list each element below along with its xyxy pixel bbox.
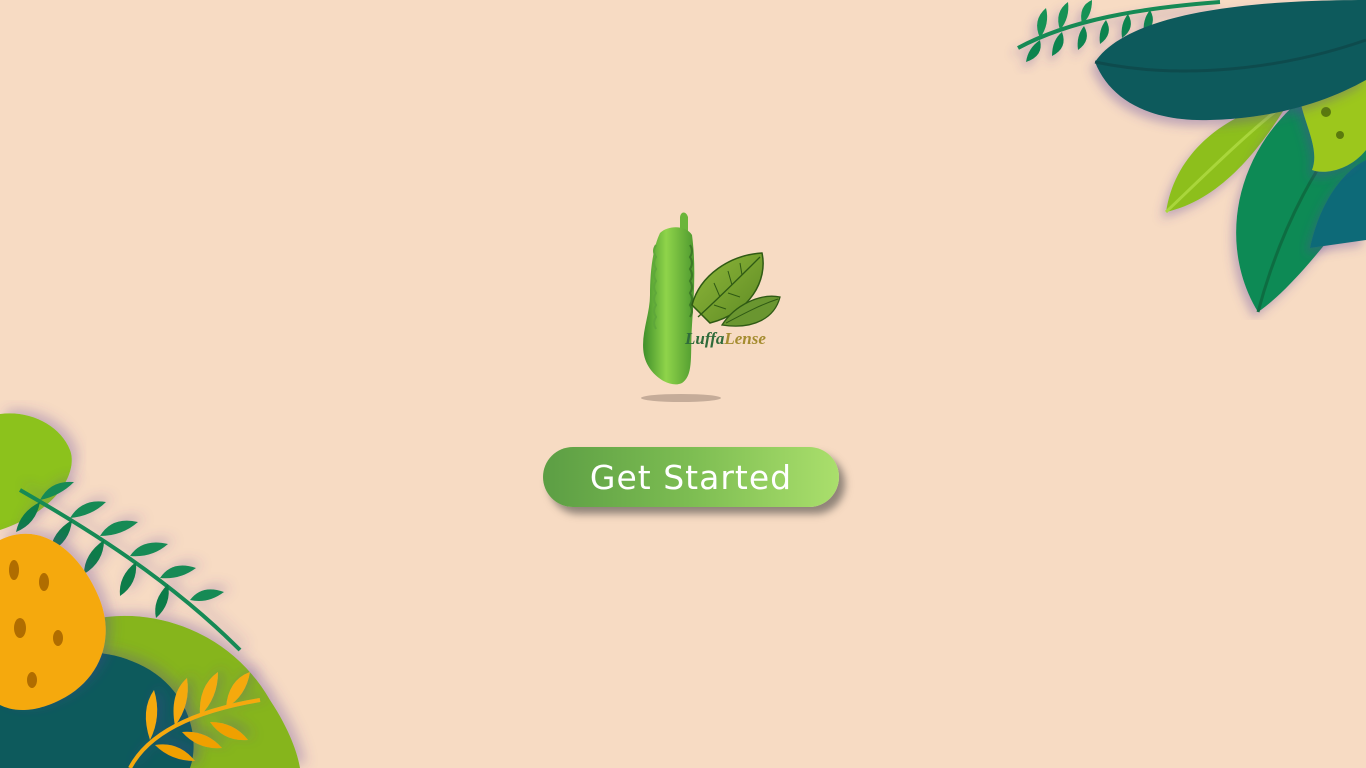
tropical-leaves-top-right — [1017, 0, 1366, 313]
brand-name: LuffaLense — [685, 329, 766, 349]
brand-name-part2: Lense — [724, 329, 766, 348]
tropical-leaves-bottom-left — [0, 413, 300, 768]
luffalense-logo: LuffaLense — [630, 205, 790, 410]
brand-name-part1: Luffa — [685, 329, 725, 348]
luffa-gourd-icon — [641, 212, 781, 402]
leaf-icon — [691, 252, 781, 327]
get-started-button[interactable]: Get Started — [543, 447, 839, 507]
